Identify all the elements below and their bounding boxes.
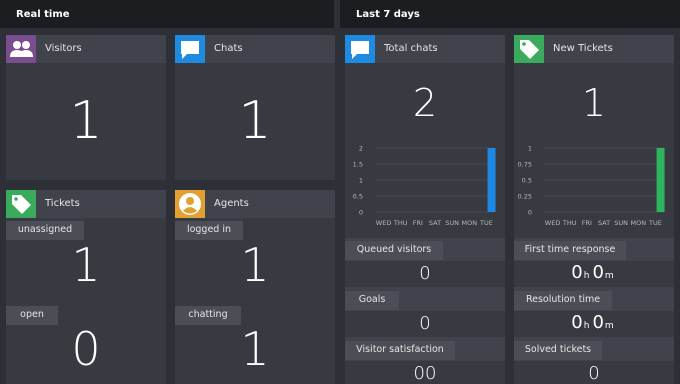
new-tickets-card[interactable]: New Tickets 1 0 0.25 0.5 0.75 1 WED THU FRI SAT S… <box>514 35 674 384</box>
queued-visitors-label: Queued visitors <box>345 241 443 260</box>
total-chats-card[interactable]: Total chats 2 0 0.5 1 1.5 2 WED THU FRI SAT SUN MO… <box>345 35 505 384</box>
goals-label: Goals <box>345 291 399 310</box>
chats-count: 1 <box>238 91 272 151</box>
x-tick-label: SUN <box>445 219 459 227</box>
agents-card[interactable]: Agents logged in 1 chatting 1 <box>175 190 335 384</box>
new-tickets-count: 1 <box>581 81 607 125</box>
first-time-response-value: 0h 0m <box>514 262 674 283</box>
solved-tickets-count: 0 <box>588 363 600 384</box>
hours-value: 0 <box>571 312 583 333</box>
goals-count: 0 <box>419 313 431 334</box>
x-tick-label: MON <box>630 219 646 227</box>
card-title: New Tickets <box>553 43 613 54</box>
tag-icon <box>6 190 36 218</box>
x-tick-label: WED <box>376 219 392 227</box>
section-title: Last 7 days <box>356 9 420 20</box>
card-title: Agents <box>214 198 249 209</box>
visitor-satisfaction-label: Visitor satisfaction <box>345 341 455 360</box>
y-tick-label: 0.75 <box>518 161 532 169</box>
section-header-last-7-days: Last 7 days <box>340 0 680 28</box>
card-title: Tickets <box>45 198 80 209</box>
x-tick-label: TUE <box>479 219 493 227</box>
y-tick-label: 1 <box>528 145 532 153</box>
agent-avatar-icon <box>175 190 205 218</box>
total-chats-chart: 0 0.5 1 1.5 2 WED THU FRI SAT SUN MON TUE <box>353 145 496 227</box>
minutes-value: 0 <box>592 312 604 333</box>
x-tick-label: SAT <box>598 219 610 227</box>
visitors-card[interactable]: Visitors 1 <box>6 35 166 180</box>
chat-bubble-icon <box>345 35 375 63</box>
section-header-realtime: Real time <box>0 0 334 28</box>
y-tick-label: 0.25 <box>518 193 532 201</box>
y-tick-label: 2 <box>359 145 363 153</box>
minutes-unit: m <box>604 271 614 281</box>
new-tickets-chart: 0 0.25 0.5 0.75 1 WED THU FRI SAT SUN MON TUE <box>518 145 665 227</box>
x-tick-label: FRI <box>582 219 592 227</box>
x-tick-label: TUE <box>648 219 662 227</box>
total-chats-count: 2 <box>412 81 438 125</box>
open-count: 0 <box>71 322 101 376</box>
chats-card[interactable]: Chats 1 <box>175 35 335 180</box>
visitors-count: 1 <box>69 91 103 151</box>
y-tick-label: 0.5 <box>522 177 532 185</box>
y-tick-label: 0 <box>528 209 532 217</box>
queued-visitors-count: 0 <box>419 263 431 284</box>
unassigned-count: 1 <box>71 238 101 292</box>
logged-in-count: 1 <box>240 238 270 292</box>
section-title: Real time <box>16 9 70 20</box>
visitors-icon <box>6 35 36 63</box>
card-title: Total chats <box>384 43 438 54</box>
y-tick-label: 0 <box>359 209 363 217</box>
bar <box>656 148 665 212</box>
visitor-satisfaction-value: 00 <box>413 363 437 384</box>
minutes-unit: m <box>604 321 614 331</box>
minutes-value: 0 <box>592 262 604 283</box>
x-tick-label: SUN <box>614 219 628 227</box>
first-time-response-label: First time response <box>514 241 626 260</box>
chat-bubble-icon <box>175 35 205 63</box>
hours-unit: h <box>583 321 590 331</box>
tag-icon <box>514 35 544 63</box>
chatting-count: 1 <box>240 322 270 376</box>
x-tick-label: THU <box>393 219 408 227</box>
tickets-card[interactable]: Tickets unassigned 1 open 0 <box>6 190 166 384</box>
resolution-time-value: 0h 0m <box>514 312 674 333</box>
x-tick-label: SAT <box>429 219 441 227</box>
resolution-time-label: Resolution time <box>514 291 612 310</box>
bar <box>487 148 496 212</box>
solved-tickets-label: Solved tickets <box>514 341 602 360</box>
x-tick-label: THU <box>562 219 577 227</box>
y-tick-label: 1 <box>359 177 363 185</box>
x-tick-label: FRI <box>413 219 423 227</box>
hours-value: 0 <box>571 262 583 283</box>
card-title: Chats <box>214 43 243 54</box>
hours-unit: h <box>583 271 590 281</box>
x-tick-label: WED <box>545 219 561 227</box>
y-tick-label: 0.5 <box>353 193 363 201</box>
x-tick-label: MON <box>461 219 477 227</box>
card-title: Visitors <box>45 43 82 54</box>
y-tick-label: 1.5 <box>353 161 363 169</box>
